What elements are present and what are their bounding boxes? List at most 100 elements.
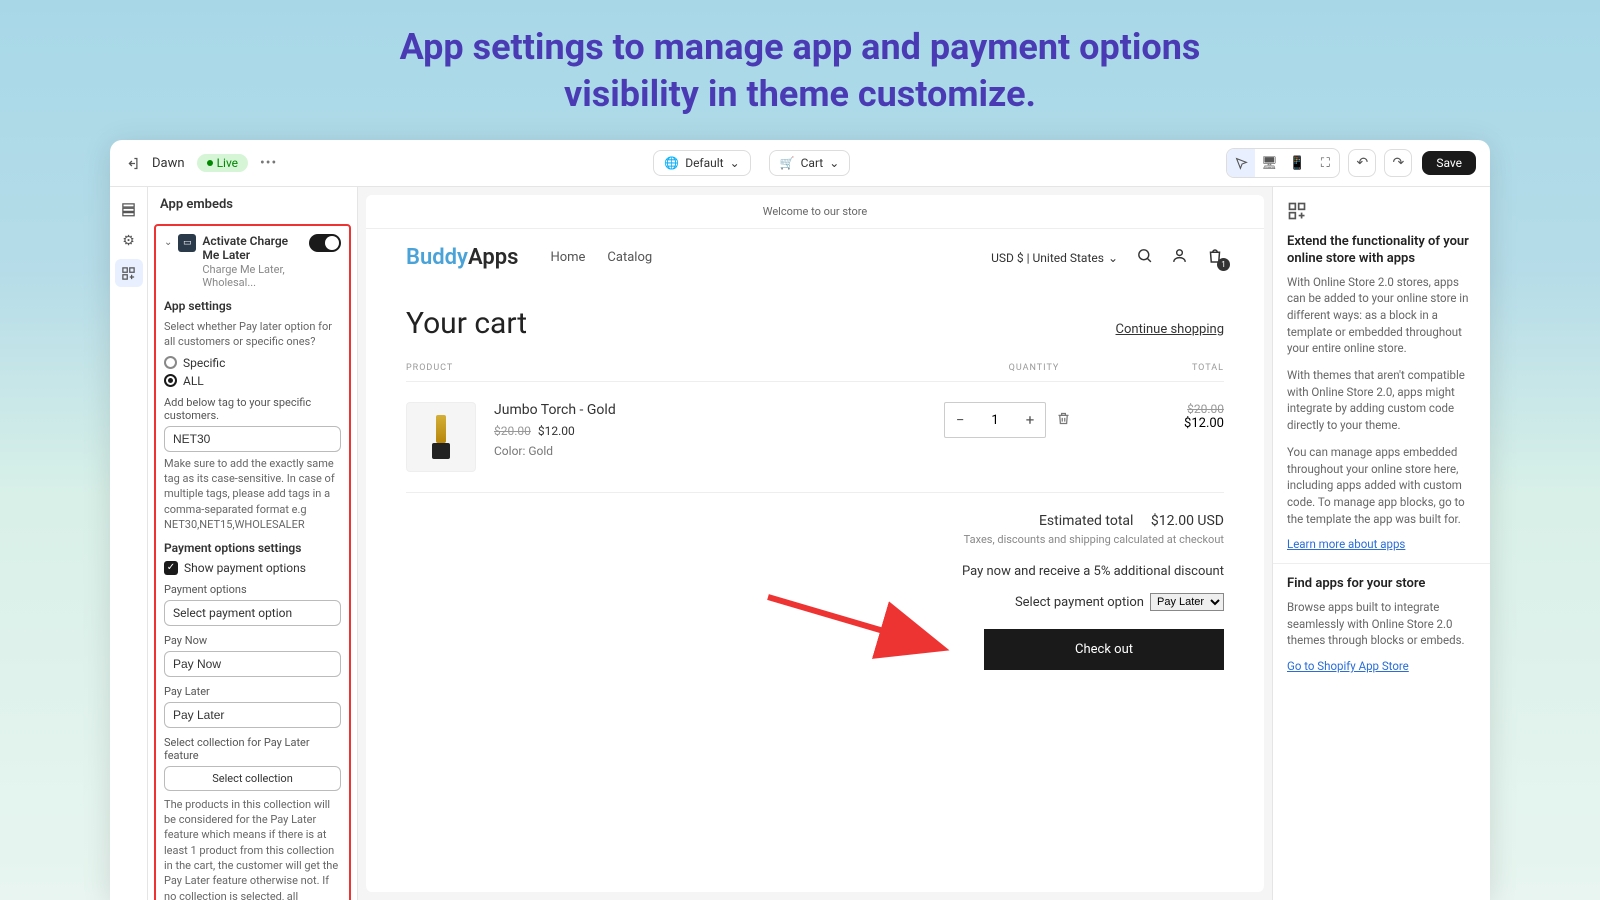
qty-increase[interactable]: + xyxy=(1015,403,1045,437)
app-settings-title: App settings xyxy=(164,299,341,313)
col-total: TOTAL xyxy=(1124,363,1224,373)
product-name[interactable]: Jumbo Torch - Gold xyxy=(494,402,944,418)
fullscreen-icon[interactable]: ⛶ xyxy=(1311,149,1339,177)
right-panel: Extend the functionality of your online … xyxy=(1272,187,1490,900)
find-apps-title: Find apps for your store xyxy=(1287,576,1476,593)
banner-line1: App settings to manage app and payment o… xyxy=(0,24,1600,71)
estimated-label: Estimated total xyxy=(1039,513,1133,529)
live-badge: Live xyxy=(197,154,248,172)
continue-shopping-link[interactable]: Continue shopping xyxy=(1116,322,1224,337)
checkbox-icon: ✓ xyxy=(164,561,178,575)
undo-icon[interactable]: ↶ xyxy=(1348,149,1376,177)
paynow-label: Pay Now xyxy=(164,634,341,647)
inspector-icon[interactable] xyxy=(1227,149,1255,177)
template-select[interactable]: 🌐 Default ⌄ xyxy=(653,150,750,176)
app-store-link[interactable]: Go to Shopify App Store xyxy=(1287,659,1409,673)
panel-heading: App embeds xyxy=(148,197,357,220)
tag-help: Make sure to add the exactly same tag as… xyxy=(164,456,341,533)
preview-area: Welcome to our store BuddyApps Home Cata… xyxy=(358,187,1272,900)
left-panel: App embeds ⌄ ▭ Activate Charge Me Later … xyxy=(148,187,358,900)
embed-subtitle: Charge Me Later, Wholesal... xyxy=(202,263,303,289)
qty-decrease[interactable]: − xyxy=(945,403,975,437)
product-orig-price: $20.00 xyxy=(494,424,531,438)
extend-p3: You can manage apps embedded throughout … xyxy=(1287,444,1476,527)
radio-all[interactable]: ALL xyxy=(164,374,341,388)
cart-row: Jumbo Torch - Gold $20.00 $12.00 Color: … xyxy=(406,382,1224,492)
theme-editor-window: Dawn Live ••• 🌐 Default ⌄ 🛒 Cart ⌄ 🖥 📱 xyxy=(110,140,1490,900)
search-icon[interactable] xyxy=(1136,247,1153,268)
store-header: BuddyApps Home Catalog USD $ | United St… xyxy=(366,229,1264,286)
chevron-down-icon[interactable]: ⌄ xyxy=(164,237,172,248)
device-preview-group: 🖥 📱 ⛶ xyxy=(1226,148,1340,178)
chevron-down-icon: ⌄ xyxy=(730,156,740,170)
col-product: PRODUCT xyxy=(406,363,944,373)
announcement-bar: Welcome to our store xyxy=(366,195,1264,229)
theme-name: Dawn xyxy=(152,156,185,171)
payment-options-label: Payment options xyxy=(164,583,341,596)
show-payment-checkbox[interactable]: ✓ Show payment options xyxy=(164,561,341,575)
marketing-banner: App settings to manage app and payment o… xyxy=(0,0,1600,134)
product-variant: Color: Gold xyxy=(494,444,944,458)
estimated-amount: $12.00 USD xyxy=(1151,513,1224,529)
save-button[interactable]: Save xyxy=(1422,151,1476,175)
preview-frame: Welcome to our store BuddyApps Home Cata… xyxy=(366,195,1264,892)
payment-options-title: Payment options settings xyxy=(164,541,341,555)
page-title: Your cart xyxy=(406,306,527,341)
template-label: Default xyxy=(685,156,723,170)
account-icon[interactable] xyxy=(1171,247,1188,268)
paylater-input[interactable] xyxy=(164,702,341,728)
embed-toggle[interactable] xyxy=(309,234,341,252)
nav-home[interactable]: Home xyxy=(550,250,585,265)
more-icon[interactable]: ••• xyxy=(260,155,277,171)
row-total-price: $12.00 xyxy=(1184,416,1224,431)
product-image[interactable] xyxy=(406,402,476,472)
tag-input[interactable] xyxy=(164,426,341,452)
nav-catalog[interactable]: Catalog xyxy=(607,250,652,265)
extend-p1: With Online Store 2.0 stores, apps can b… xyxy=(1287,274,1476,357)
radio-icon xyxy=(164,374,177,387)
desktop-icon[interactable]: 🖥 xyxy=(1255,149,1283,177)
radio-specific-label: Specific xyxy=(183,356,225,370)
mobile-icon[interactable]: 📱 xyxy=(1283,149,1311,177)
paynow-input[interactable] xyxy=(164,651,341,677)
find-apps-desc: Browse apps built to integrate seamlessl… xyxy=(1287,599,1476,649)
qty-value[interactable]: 1 xyxy=(975,403,1015,437)
redo-icon[interactable]: ↷ xyxy=(1384,149,1412,177)
cart-icon[interactable]: 1 xyxy=(1206,247,1224,269)
product-sale-price: $12.00 xyxy=(538,424,575,438)
chevron-down-icon: ⌄ xyxy=(829,156,839,170)
trash-icon[interactable] xyxy=(1056,411,1071,430)
pay-option-select[interactable]: Pay Later xyxy=(1150,593,1224,611)
logo-part2: Apps xyxy=(468,245,518,270)
app-embeds-icon[interactable] xyxy=(115,259,143,287)
banner-line2: visibility in theme customize. xyxy=(0,71,1600,118)
globe-icon: 🌐 xyxy=(664,156,679,170)
apps-grid-icon xyxy=(1287,201,1476,226)
sections-icon[interactable] xyxy=(115,195,143,223)
currency-select[interactable]: USD $ | United States ⌄ xyxy=(991,251,1118,265)
discount-note: Pay now and receive a 5% additional disc… xyxy=(406,564,1224,579)
scope-prompt: Select whether Pay later option for all … xyxy=(164,319,341,350)
topbar: Dawn Live ••• 🌐 Default ⌄ 🛒 Cart ⌄ 🖥 📱 xyxy=(110,140,1490,187)
pay-select-label: Select payment option xyxy=(1015,595,1144,610)
select-collection-button[interactable]: Select collection xyxy=(164,766,341,791)
col-quantity: QUANTITY xyxy=(944,363,1124,373)
currency-label: USD $ | United States xyxy=(991,251,1104,265)
cart-icon: 🛒 xyxy=(780,156,795,170)
exit-icon[interactable] xyxy=(124,155,140,171)
paylater-label: Pay Later xyxy=(164,685,341,698)
payment-options-select[interactable]: Select payment option xyxy=(164,600,341,626)
checkout-button[interactable]: Check out xyxy=(984,629,1224,670)
learn-more-link[interactable]: Learn more about apps xyxy=(1287,537,1405,551)
store-logo[interactable]: BuddyApps xyxy=(406,245,518,270)
extend-p2: With themes that aren't compatible with … xyxy=(1287,367,1476,434)
radio-icon xyxy=(164,356,177,369)
cart-count-badge: 1 xyxy=(1217,258,1230,271)
logo-part1: Buddy xyxy=(406,245,468,270)
cart-dropdown[interactable]: 🛒 Cart ⌄ xyxy=(769,150,851,176)
quantity-stepper: − 1 + xyxy=(944,402,1046,438)
radio-specific[interactable]: Specific xyxy=(164,356,341,370)
embed-title: Activate Charge Me Later xyxy=(202,234,303,263)
tax-note: Taxes, discounts and shipping calculated… xyxy=(406,533,1224,546)
settings-icon[interactable]: ⚙ xyxy=(115,227,143,255)
